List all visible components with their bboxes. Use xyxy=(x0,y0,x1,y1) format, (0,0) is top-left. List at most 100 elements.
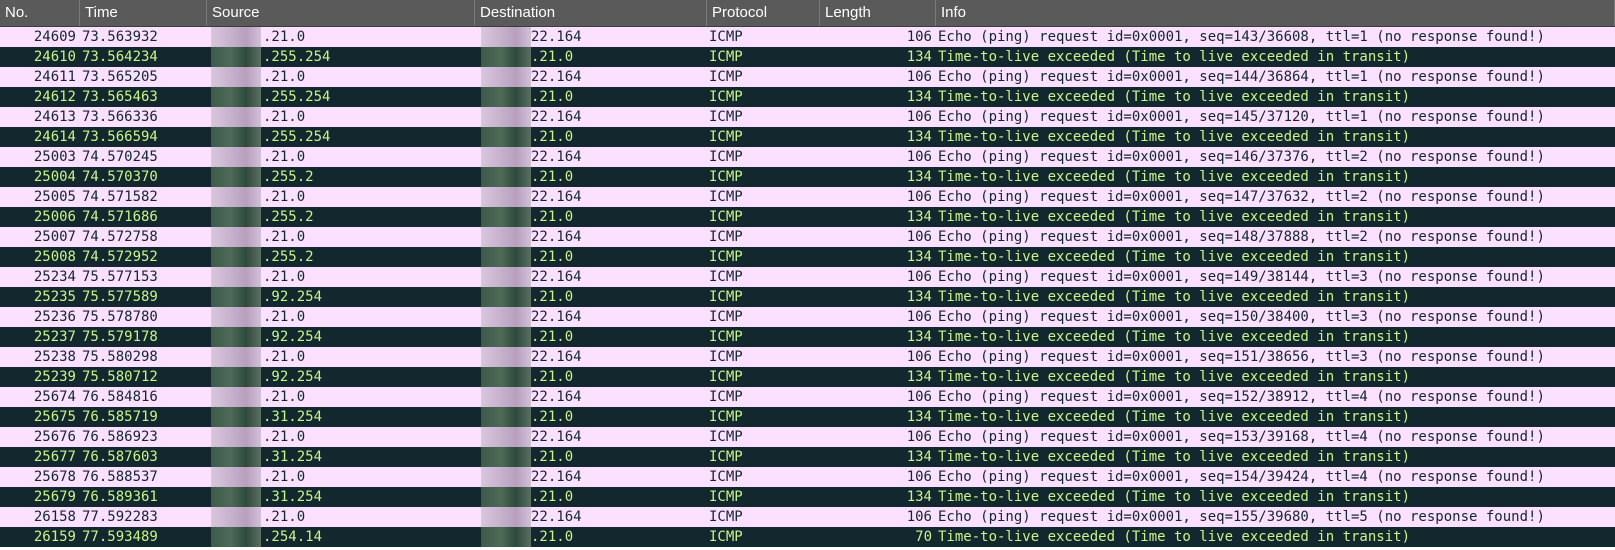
packet-no: 25677 xyxy=(33,449,76,465)
packet-row[interactable]: 25007 74.572758 .21.0 22.164 ICMP 106 Echo (pi… xyxy=(0,227,1615,247)
packet-row[interactable]: 25239 75.580712 .92.254 .21.0 ICMP 134 Time-to… xyxy=(0,367,1615,387)
column-header-protocol[interactable]: Protocol xyxy=(707,0,820,26)
packet-time: 76.584816 xyxy=(82,389,158,405)
packet-row[interactable]: 26159 77.593489 .254.14 .21.0 ICMP 70 Time-to-… xyxy=(0,527,1615,547)
packet-source-text: .31.254 xyxy=(263,489,323,505)
packet-no: 25003 xyxy=(33,149,76,165)
packet-row[interactable]: 24612 73.565463 .255.254 .21.0 ICMP 134 Time-t… xyxy=(0,87,1615,107)
packet-protocol: ICMP xyxy=(709,209,743,225)
column-header-no[interactable]: No. xyxy=(0,0,80,26)
packet-source-text: .255.254 xyxy=(263,89,331,105)
column-header[interactable]: No. Time Source Destination Protocol Len… xyxy=(0,0,1615,27)
packet-info: Time-to-live exceeded (Time to live exce… xyxy=(938,169,1411,185)
packet-destination: .21.0 xyxy=(475,327,707,347)
packet-source: .92.254 xyxy=(207,367,475,387)
packet-row[interactable]: 24614 73.566594 .255.254 .21.0 ICMP 134 Time-t… xyxy=(0,127,1615,147)
redacted-destination-block xyxy=(481,227,531,247)
packet-row[interactable]: 24613 73.566336 .21.0 22.164 ICMP 106 Echo (pi… xyxy=(0,107,1615,127)
packet-destination-text: .21.0 xyxy=(531,409,574,425)
packet-info: Echo (ping) request id=0x0001, seq=155/3… xyxy=(938,509,1545,525)
packet-source-text: .21.0 xyxy=(263,189,306,205)
packet-source-text: .255.2 xyxy=(263,209,314,225)
packet-destination: 22.164 xyxy=(475,67,707,87)
column-header-destination[interactable]: Destination xyxy=(475,0,707,26)
packet-info: Echo (ping) request id=0x0001, seq=154/3… xyxy=(938,469,1545,485)
packet-destination-text: 22.164 xyxy=(531,429,582,445)
packet-destination: 22.164 xyxy=(475,27,707,47)
packet-list[interactable]: No. Time Source Destination Protocol Len… xyxy=(0,0,1615,550)
redacted-destination-block xyxy=(481,167,531,187)
column-header-length[interactable]: Length xyxy=(820,0,936,26)
packet-row[interactable]: 25005 74.571582 .21.0 22.164 ICMP 106 Echo (pi… xyxy=(0,187,1615,207)
redacted-destination-block xyxy=(481,267,531,287)
packet-row[interactable]: 25236 75.578780 .21.0 22.164 ICMP 106 Echo (pi… xyxy=(0,307,1615,327)
packet-row[interactable]: 25003 74.570245 .21.0 22.164 ICMP 106 Echo (pi… xyxy=(0,147,1615,167)
packet-info: Echo (ping) request id=0x0001, seq=152/3… xyxy=(938,389,1545,405)
redacted-source-block xyxy=(211,267,261,287)
redacted-source-block xyxy=(211,247,261,267)
packet-info: Time-to-live exceeded (Time to live exce… xyxy=(938,289,1411,305)
packet-row[interactable]: 25008 74.572952 .255.2 .21.0 ICMP 134 Time-to-… xyxy=(0,247,1615,267)
packet-row[interactable]: 25677 76.587603 .31.254 .21.0 ICMP 134 Time-to… xyxy=(0,447,1615,467)
column-header-info[interactable]: Info xyxy=(936,0,1615,26)
packet-length: 134 xyxy=(906,89,932,105)
packet-row[interactable]: 24610 73.564234 .255.254 .21.0 ICMP 134 Time-t… xyxy=(0,47,1615,67)
packet-row[interactable]: 25678 76.588537 .21.0 22.164 ICMP 106 Echo (pi… xyxy=(0,467,1615,487)
packet-no: 26159 xyxy=(33,529,76,545)
packet-no: 25239 xyxy=(33,369,76,385)
packet-source-text: .21.0 xyxy=(263,309,306,325)
packet-destination-text: .21.0 xyxy=(531,529,574,545)
packet-row[interactable]: 25237 75.579178 .92.254 .21.0 ICMP 134 Time-to… xyxy=(0,327,1615,347)
packet-time: 73.563932 xyxy=(82,29,158,45)
packet-length: 134 xyxy=(906,289,932,305)
packet-row[interactable]: 25676 76.586923 .21.0 22.164 ICMP 106 Echo (pi… xyxy=(0,427,1615,447)
packet-row[interactable]: 25004 74.570370 .255.2 .21.0 ICMP 134 Time-to-… xyxy=(0,167,1615,187)
packet-destination: 22.164 xyxy=(475,347,707,367)
packet-source: .21.0 xyxy=(207,147,475,167)
packet-destination-text: 22.164 xyxy=(531,349,582,365)
packet-destination: .21.0 xyxy=(475,87,707,107)
packet-info: Time-to-live exceeded (Time to live exce… xyxy=(938,89,1411,105)
packet-source-text: .254.14 xyxy=(263,529,323,545)
packet-row[interactable]: 25679 76.589361 .31.254 .21.0 ICMP 134 Time-to… xyxy=(0,487,1615,507)
redacted-destination-block xyxy=(481,327,531,347)
redacted-destination-block xyxy=(481,307,531,327)
packet-protocol: ICMP xyxy=(709,189,743,205)
redacted-source-block xyxy=(211,427,261,447)
packet-row[interactable]: 25235 75.577589 .92.254 .21.0 ICMP 134 Time-to… xyxy=(0,287,1615,307)
packet-row[interactable]: 25234 75.577153 .21.0 22.164 ICMP 106 Echo (pi… xyxy=(0,267,1615,287)
packet-destination-text: .21.0 xyxy=(531,369,574,385)
redacted-destination-block xyxy=(481,487,531,507)
packet-length: 134 xyxy=(906,489,932,505)
packet-protocol: ICMP xyxy=(709,169,743,185)
packet-row[interactable]: 26158 77.592283 .21.0 22.164 ICMP 106 Echo (pi… xyxy=(0,507,1615,527)
redacted-source-block xyxy=(211,387,261,407)
packet-source-text: .31.254 xyxy=(263,409,323,425)
packet-no: 24609 xyxy=(33,29,76,45)
packet-destination: .21.0 xyxy=(475,447,707,467)
packet-source-text: .21.0 xyxy=(263,69,306,85)
packet-time: 75.577589 xyxy=(82,289,158,305)
packet-source: .21.0 xyxy=(207,187,475,207)
packet-source: .31.254 xyxy=(207,487,475,507)
packet-no: 25679 xyxy=(33,489,76,505)
packet-row[interactable]: 25675 76.585719 .31.254 .21.0 ICMP 134 Time-to… xyxy=(0,407,1615,427)
packet-source: .254.14 xyxy=(207,527,475,547)
packet-row[interactable]: 25238 75.580298 .21.0 22.164 ICMP 106 Echo (pi… xyxy=(0,347,1615,367)
packet-row[interactable]: 24609 73.563932 .21.0 22.164 ICMP 106 Echo (pi… xyxy=(0,27,1615,47)
packet-row[interactable]: 24611 73.565205 .21.0 22.164 ICMP 106 Echo (pi… xyxy=(0,67,1615,87)
packet-destination: .21.0 xyxy=(475,247,707,267)
packet-no: 25678 xyxy=(33,469,76,485)
column-header-source[interactable]: Source xyxy=(207,0,475,26)
packet-protocol: ICMP xyxy=(709,509,743,525)
packet-source-text: .21.0 xyxy=(263,269,306,285)
column-header-time[interactable]: Time xyxy=(80,0,207,26)
redacted-source-block xyxy=(211,187,261,207)
redacted-source-block xyxy=(211,447,261,467)
packet-source-text: .21.0 xyxy=(263,429,306,445)
packet-info: Echo (ping) request id=0x0001, seq=150/3… xyxy=(938,309,1545,325)
packet-destination: .21.0 xyxy=(475,47,707,67)
packet-time: 76.588537 xyxy=(82,469,158,485)
packet-row[interactable]: 25674 76.584816 .21.0 22.164 ICMP 106 Echo (pi… xyxy=(0,387,1615,407)
packet-row[interactable]: 25006 74.571686 .255.2 .21.0 ICMP 134 Time-to-… xyxy=(0,207,1615,227)
